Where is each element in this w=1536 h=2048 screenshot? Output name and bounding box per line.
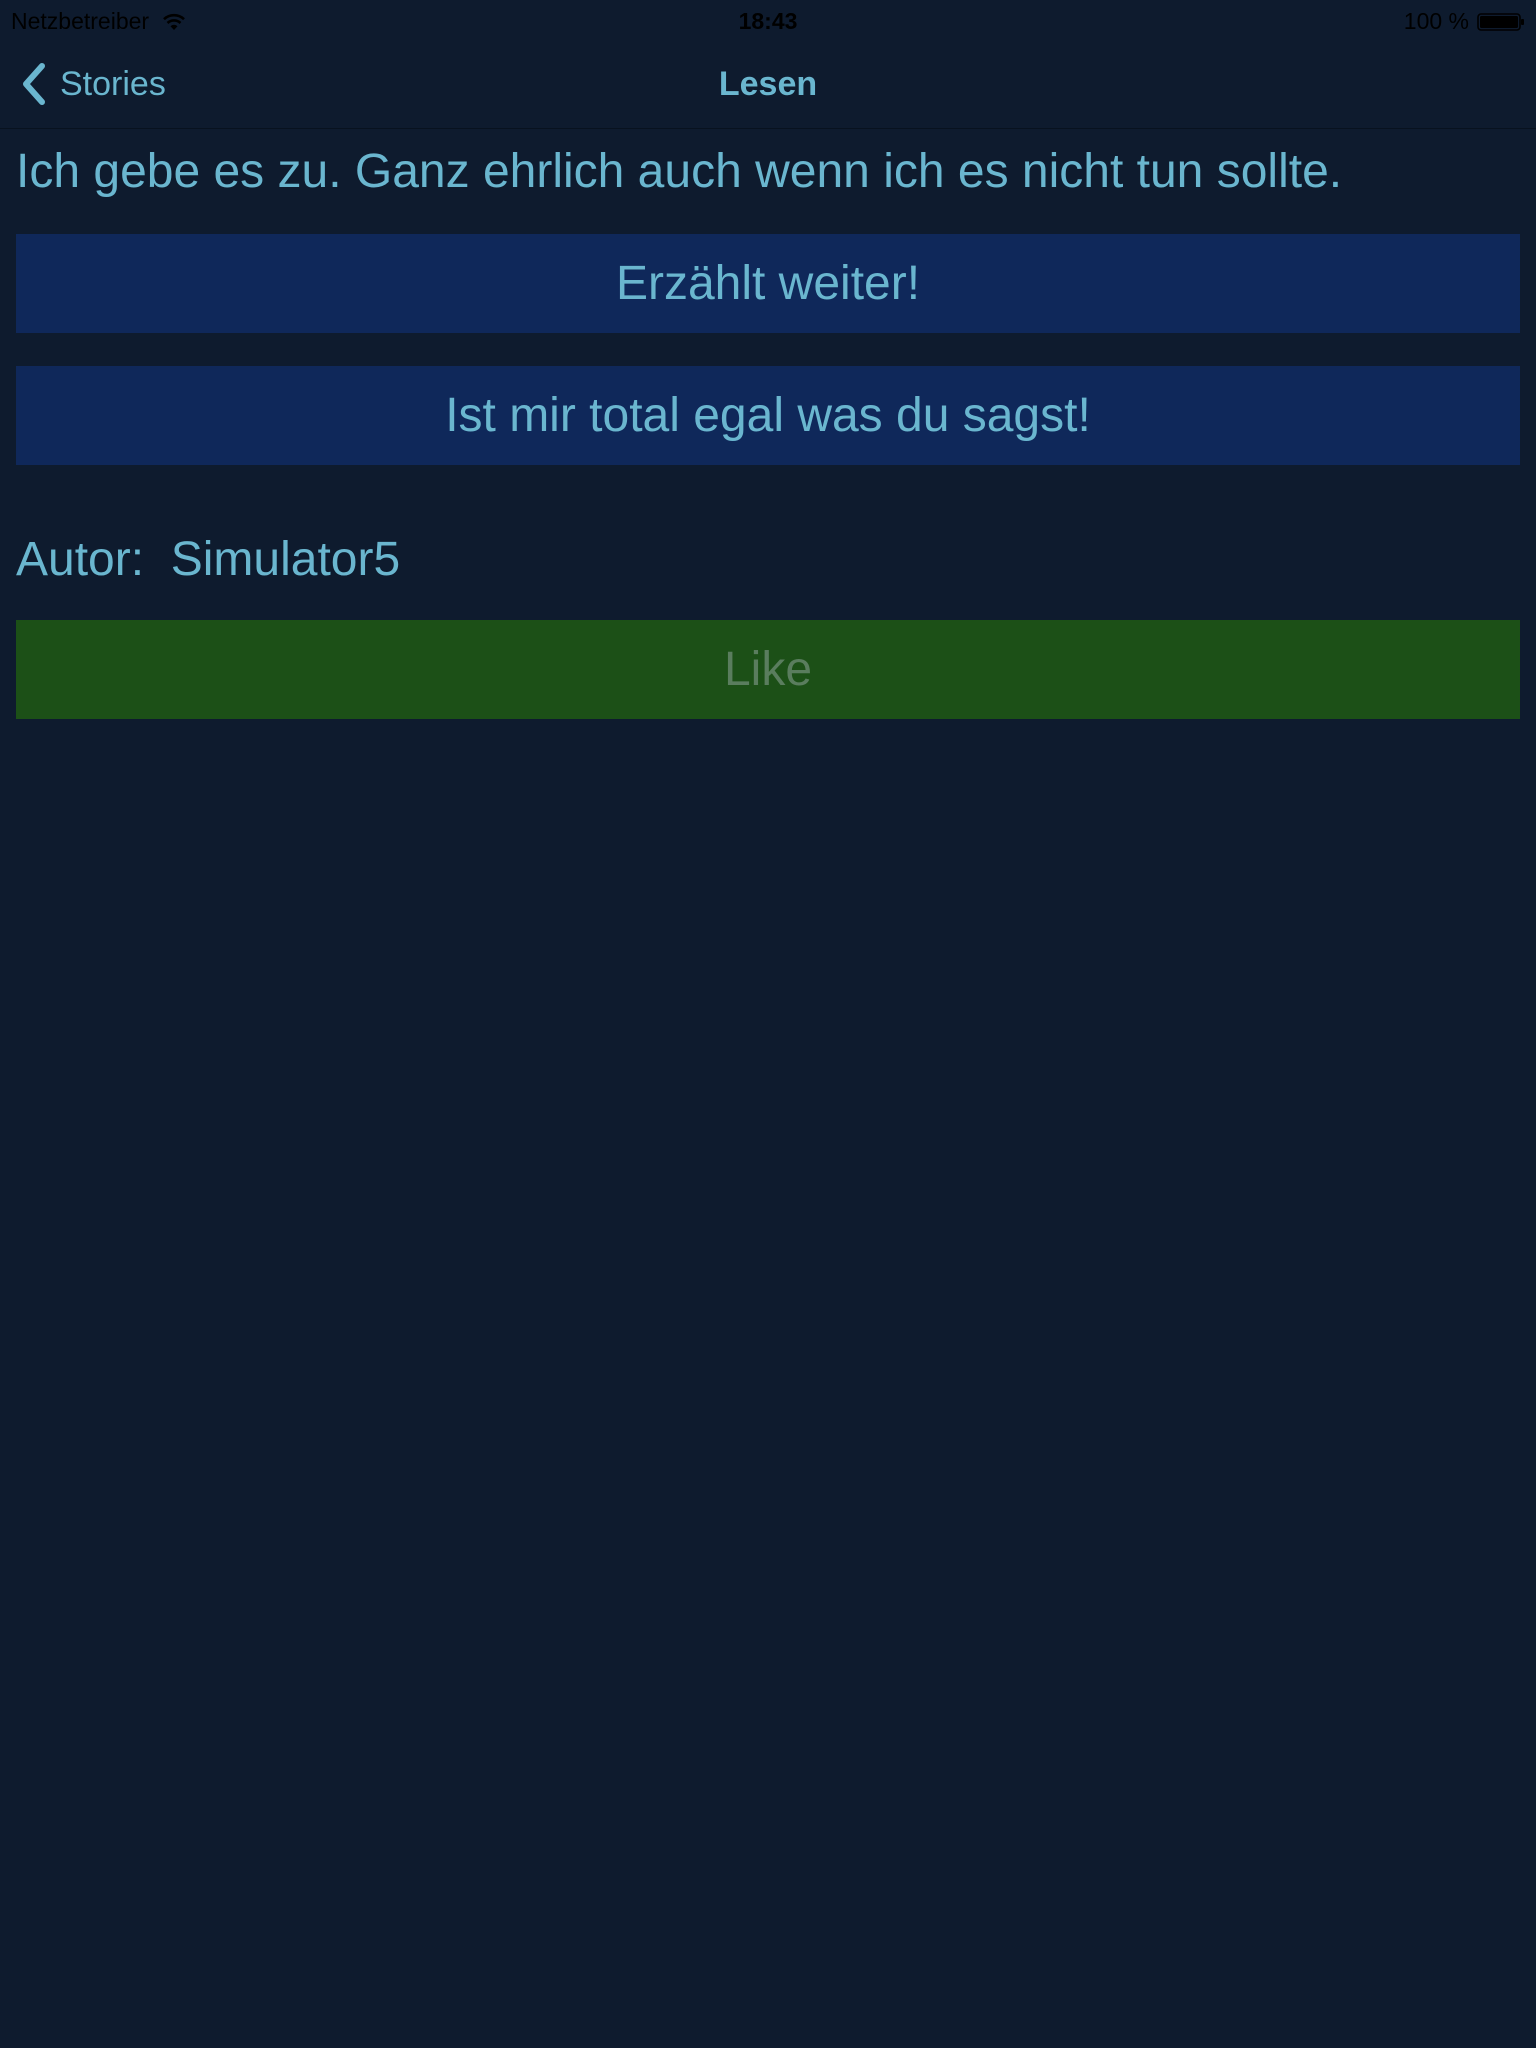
choice-button-label: Ist mir total egal was du sagst! [445, 389, 1091, 442]
page-title: Lesen [718, 65, 818, 103]
choice-button-continue[interactable]: Erzählt weiter! [16, 234, 1520, 333]
choice-button-dont-care[interactable]: Ist mir total egal was du sagst! [16, 366, 1520, 465]
status-bar: Netzbetreiber 18:43 100 % [0, 0, 1536, 40]
battery-label: 100 % [1403, 8, 1469, 34]
like-button[interactable]: Like [16, 620, 1520, 719]
choice-button-label: Erzählt weiter! [615, 257, 921, 310]
status-time: 18:43 [738, 8, 798, 34]
navigation-bar: Stories Lesen [0, 40, 1536, 129]
author-label: Autor: [16, 533, 145, 586]
battery-icon [1477, 12, 1524, 31]
status-battery: 100 % [1404, 8, 1525, 35]
author-name: Simulator5 [170, 533, 401, 586]
like-button-label: Like [723, 643, 813, 696]
story-text: Ich gebe es zu. Ganz ehrlich auch wenn i… [16, 145, 1343, 198]
author-line: Autor: Simulator5 [16, 532, 400, 587]
